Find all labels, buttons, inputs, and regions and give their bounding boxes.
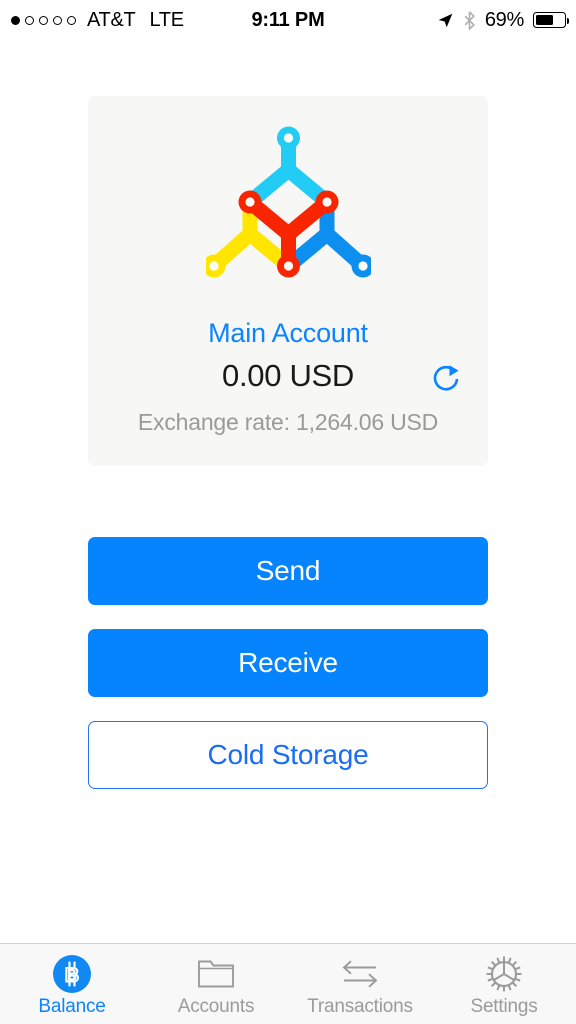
cold-storage-button[interactable]: Cold Storage: [88, 721, 488, 789]
bluetooth-icon: [464, 10, 475, 30]
tab-bar: B B Balance Accounts Transactions Settin…: [0, 943, 576, 1024]
tab-accounts[interactable]: Accounts: [144, 944, 288, 1024]
battery-fill: [535, 15, 554, 25]
account-name: Main Account: [208, 318, 368, 348]
exchange-rate-label: Exchange rate: 1,264.06 USD: [137, 409, 439, 435]
status-bar-right: 69%: [437, 0, 569, 40]
account-card: Main Account 0.00 USD Exchange rate: 1,2…: [88, 96, 488, 466]
tab-transactions-icon-wrap: [338, 955, 382, 993]
tab-settings-icon-wrap: [482, 955, 526, 993]
location-arrow-icon: [438, 13, 453, 27]
gear-icon: [486, 956, 522, 992]
status-bar: AT&T LTE 9:11 PM 69%: [0, 0, 576, 40]
battery-percent-label: 69%: [484, 8, 524, 31]
tab-settings-label: Settings: [470, 996, 538, 1017]
refresh-icon: [433, 365, 459, 391]
send-button[interactable]: Send: [88, 537, 488, 605]
refresh-balance-button[interactable]: [426, 357, 470, 401]
tab-transactions[interactable]: Transactions: [288, 944, 432, 1024]
balance-row: 0.00 USD: [88, 358, 488, 402]
tab-balance-icon-wrap: B B: [50, 955, 94, 993]
bitcoin-icon: B B: [53, 955, 91, 993]
action-buttons: Send Receive Cold Storage: [88, 537, 488, 789]
app-screen: AT&T LTE 9:11 PM 69% Main Account 0.00 U…: [0, 0, 576, 1024]
tab-balance-label: Balance: [38, 996, 106, 1017]
molecule-network-logo: [205, 126, 371, 278]
tab-accounts-icon-wrap: [194, 955, 238, 993]
receive-button[interactable]: Receive: [88, 629, 488, 697]
clock-label: 9:11 PM: [251, 8, 325, 31]
folder-icon: [198, 960, 234, 988]
tab-balance[interactable]: B B Balance: [0, 944, 144, 1024]
battery-icon: [533, 12, 569, 28]
logo-container: [88, 110, 488, 290]
tab-settings[interactable]: Settings: [432, 944, 576, 1024]
tab-accounts-label: Accounts: [177, 996, 255, 1017]
bitcoin-glyph: B B: [64, 961, 80, 988]
tab-transactions-label: Transactions: [307, 996, 413, 1017]
svg-text:B: B: [65, 966, 79, 987]
swap-arrows-icon: [342, 960, 378, 988]
